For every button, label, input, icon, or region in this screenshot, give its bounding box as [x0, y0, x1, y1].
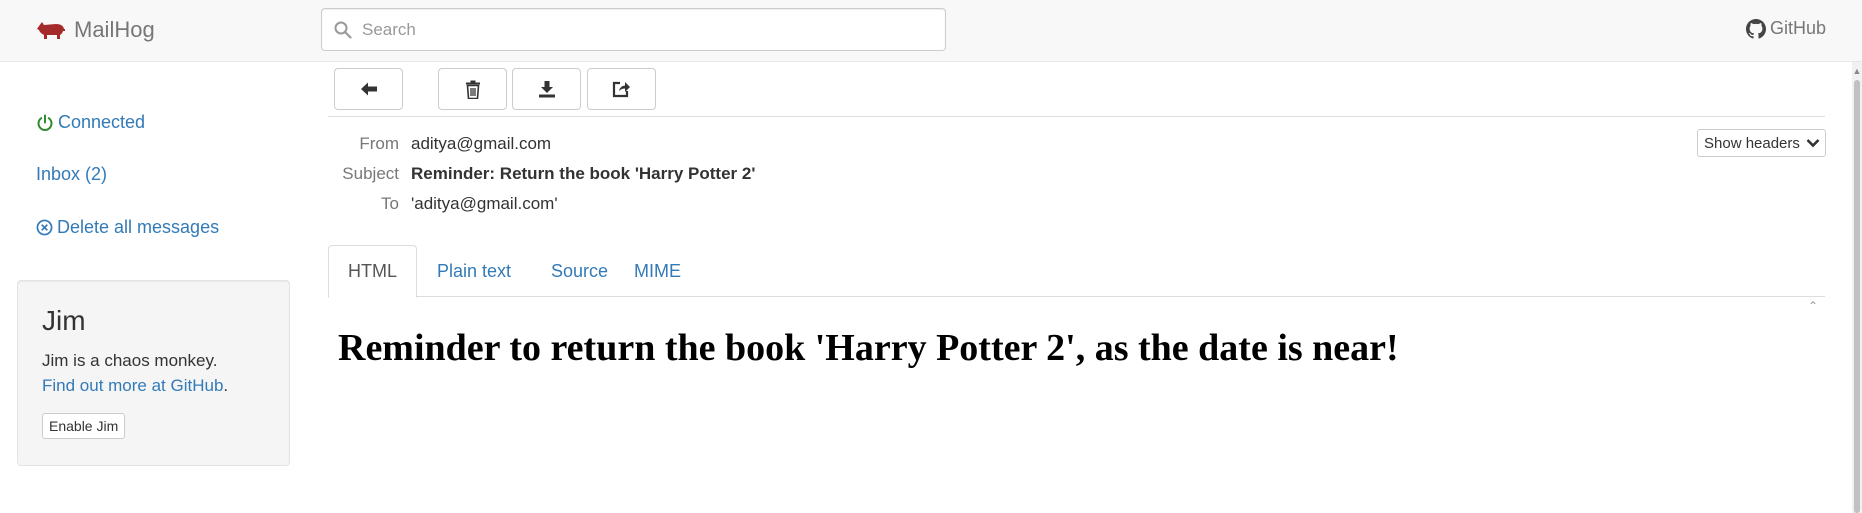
from-value: aditya@gmail.com	[411, 134, 552, 153]
jim-title: Jim	[42, 305, 86, 336]
download-button[interactable]	[512, 68, 581, 110]
connection-status-label: Connected	[58, 112, 146, 132]
delete-all-label: Delete all messages	[57, 217, 220, 237]
jim-github-link[interactable]: Find out more at GitHub	[42, 376, 223, 395]
brand-link[interactable]: MailHog	[36, 16, 155, 44]
subject-label: Subject	[342, 164, 399, 183]
brand-name: MailHog	[74, 17, 155, 42]
delete-message-button[interactable]	[438, 68, 507, 110]
message-tabs: HTML Plain text Source MIME	[328, 245, 1825, 298]
power-icon	[37, 114, 53, 131]
download-icon	[538, 81, 555, 98]
search-icon	[334, 21, 352, 39]
sidebar-item-inbox[interactable]: Inbox (2)	[36, 164, 107, 185]
scroll-up-arrow-icon[interactable]: ▲	[1852, 66, 1862, 76]
back-button[interactable]	[334, 68, 403, 110]
chevron-down-icon	[1806, 139, 1820, 148]
delete-all-messages-link[interactable]: Delete all messages	[36, 217, 219, 238]
search-box[interactable]	[321, 8, 946, 51]
release-button[interactable]	[587, 68, 656, 110]
jim-description: Jim is a chaos monkey.	[42, 351, 218, 370]
to-label: To	[381, 194, 399, 213]
toolbar-divider	[328, 116, 1825, 117]
tab-source[interactable]: Source	[532, 245, 627, 297]
from-label: From	[359, 134, 399, 153]
share-icon	[612, 81, 630, 98]
github-label: GitHub	[1769, 18, 1826, 38]
github-icon	[1745, 18, 1766, 39]
tab-plain-text[interactable]: Plain text	[418, 245, 530, 297]
jim-panel: Jim Jim is a chaos monkey. Find out more…	[17, 280, 290, 466]
connection-status: Connected	[36, 112, 145, 133]
content-scroll-up-icon[interactable]: ⌃	[1808, 299, 1818, 313]
enable-jim-button[interactable]: Enable Jim	[42, 413, 126, 439]
trash-icon	[465, 80, 480, 99]
show-headers-label: Show headers	[1704, 134, 1800, 152]
sidebar: Connected Inbox (2) Delete all messages …	[0, 62, 300, 513]
inbox-label: Inbox (2)	[36, 164, 108, 184]
pig-logo-icon	[37, 22, 65, 39]
jim-more-line: Find out more at GitHub.	[42, 376, 228, 396]
show-headers-dropdown[interactable]: Show headers	[1697, 129, 1826, 157]
search-input[interactable]	[360, 9, 940, 50]
page-scrollbar[interactable]: ▲	[1852, 62, 1862, 513]
circle-x-icon	[36, 219, 53, 236]
github-link[interactable]: GitHub	[1745, 18, 1826, 39]
arrow-left-icon	[360, 82, 377, 96]
scrollbar-thumb[interactable]	[1854, 80, 1860, 513]
tab-html[interactable]: HTML	[328, 245, 417, 298]
subject-value: Reminder: Return the book 'Harry Potter …	[411, 164, 756, 183]
to-value: 'aditya@gmail.com'	[411, 194, 558, 213]
top-navbar: MailHog GitHub	[0, 0, 1862, 62]
message-body-heading: Reminder to return the book 'Harry Potte…	[338, 327, 1399, 369]
jim-link-suffix: .	[223, 376, 229, 395]
tab-mime[interactable]: MIME	[615, 245, 700, 297]
